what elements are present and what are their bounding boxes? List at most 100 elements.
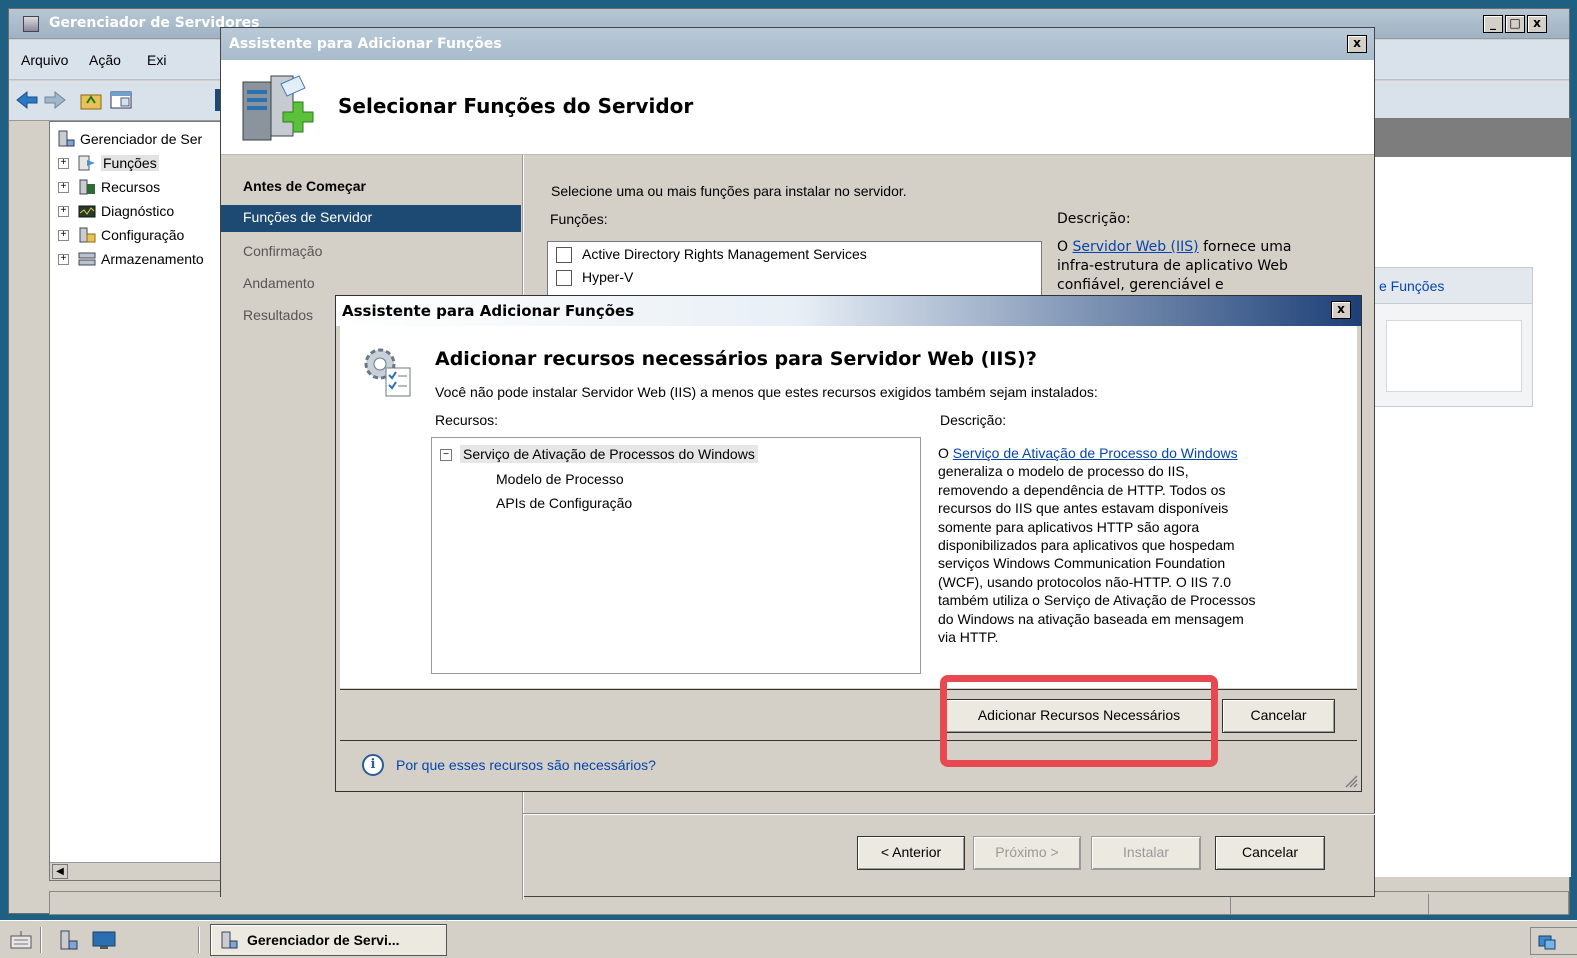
wizard-instruction: Selecione uma ou mais funções para insta… [551,183,907,199]
step-antes-de-comecar[interactable]: Antes de Começar [243,178,366,194]
tree-item-recursos[interactable]: + Recursos [58,178,160,196]
role-label: Active Directory Rights Management Servi… [582,246,867,262]
close-button[interactable]: x [1527,15,1547,33]
step-andamento[interactable]: Andamento [243,275,315,291]
menu-acao[interactable]: Ação [89,52,121,68]
minimize-button[interactable]: _ [1483,15,1503,33]
right-panel-box: e Funções [1373,267,1533,407]
collapse-icon[interactable]: − [440,449,452,462]
taskbar-server-manager-button[interactable]: Gerenciador de Servi... [210,924,447,956]
tree-item-armazenamento[interactable]: + Armazenamento [58,250,204,268]
taskbar-separator [40,927,42,953]
keyboard-icon[interactable] [10,930,32,950]
step-confirmacao[interactable]: Confirmação [243,243,322,259]
maximize-button[interactable]: □ [1505,15,1525,33]
menu-exibir[interactable]: Exi [147,52,166,68]
resize-grip-icon[interactable] [1344,774,1358,788]
wizard-description-prefix: O [1057,239,1073,255]
description-line: disponibilizados para aplicativos que ho… [938,537,1235,554]
iis-link[interactable]: Servidor Web (IIS) [1072,239,1198,255]
network-icon[interactable] [1537,932,1557,952]
role-checkbox[interactable] [556,247,572,264]
step-resultados[interactable]: Resultados [243,307,313,323]
step-label: Funções de Servidor [243,209,373,225]
back-button[interactable]: < Anterior [857,836,965,870]
server-manager-quicklaunch-icon[interactable] [58,929,80,951]
step-funcoes-de-servidor[interactable]: Funções de Servidor [221,205,521,232]
dialog-heading: Adicionar recursos necessários para Serv… [435,348,1037,370]
tree-item-label: Recursos [101,179,161,195]
gear-checklist-icon [364,348,411,397]
tree-item-configuracao[interactable]: + Configuração [58,226,184,244]
info-icon: i [362,754,384,776]
tree-horizontal-scrollbar[interactable]: ◀ [50,862,230,880]
taskbar-separator [198,927,200,953]
right-panel [1373,157,1571,877]
description-line: generaliza o modelo de processo do IIS, [938,463,1189,480]
role-checkbox[interactable] [556,270,572,287]
feature-child[interactable]: Modelo de Processo [496,471,624,487]
dialog-body: Adicionar recursos necessários para Serv… [340,326,1357,688]
back-arrow-icon[interactable] [15,89,39,111]
description-line: removendo a dependência de HTTP. Todos o… [938,481,1226,498]
features-label: Recursos: [435,412,499,428]
description-line: via HTTP. [938,629,999,646]
dialog-cancel-button[interactable]: Cancelar [1222,699,1335,733]
show-desktop-icon[interactable] [92,929,116,951]
wizard-close-button[interactable]: x [1347,35,1367,53]
wizard-title-bar[interactable]: Assistente para Adicionar Funções x [221,28,1374,60]
wizard-cancel-button[interactable]: Cancelar [1215,836,1325,870]
show-hide-tree-icon[interactable] [109,89,133,111]
feature-parent-label: Serviço de Ativação de Processos do Wind… [460,445,758,463]
right-panel-link[interactable]: e Funções [1379,278,1444,294]
next-button[interactable]: Próximo > [973,836,1081,870]
help-link-label: Por que esses recursos são necessários? [396,757,656,773]
dialog-title: Assistente para Adicionar Funções [342,302,635,320]
server-add-icon [242,75,314,141]
feature-child[interactable]: APIs de Configuração [496,495,632,511]
diagnostics-icon [78,205,96,218]
server-icon [221,931,238,949]
role-item[interactable]: Active Directory Rights Management Servi… [556,246,867,264]
expand-icon[interactable]: + [58,157,69,169]
wizard-description-suffix: fornece uma [1198,239,1292,255]
wizard-description-line3: confiável, gerenciável e [1057,277,1224,293]
tree-root[interactable]: Gerenciador de Ser [56,130,202,148]
tree-item-label: Armazenamento [101,251,204,267]
roles-icon [78,155,95,171]
forward-arrow-icon[interactable] [43,89,67,111]
expand-icon[interactable]: + [58,229,69,241]
tree-item-label: Configuração [101,227,185,243]
expand-icon[interactable]: + [58,253,69,265]
dialog-close-button[interactable]: x [1331,301,1351,319]
tree-item-funcoes[interactable]: + Funções [58,154,159,172]
roles-label: Funções: [550,211,608,227]
wizard-description-label: Descrição: [1057,211,1131,227]
scroll-left-icon[interactable]: ◀ [52,864,68,879]
description-line: somente para aplicativos HTTP são agora [938,518,1200,535]
menu-arquivo[interactable]: Arquivo [21,52,68,68]
up-folder-icon[interactable] [79,89,103,111]
wizard-header: Selecionar Funções do Servidor [221,60,1374,155]
dialog-description: O Serviço de Ativação de Processo do Win… [938,444,1328,646]
expand-icon[interactable]: + [58,181,69,193]
dialog-description-label: Descrição: [940,412,1007,428]
system-tray [1530,927,1577,955]
wizard-title: Assistente para Adicionar Funções [229,36,502,52]
install-button[interactable]: Instalar [1091,836,1201,870]
help-link[interactable]: i Por que esses recursos são necessários… [362,754,656,776]
feature-parent[interactable]: − Serviço de Ativação de Processos do Win… [440,445,758,463]
features-tree: − Serviço de Ativação de Processos do Win… [431,437,921,674]
wizard-footer-separator [523,813,1375,815]
was-link[interactable]: Serviço de Ativação de Processo do Windo… [953,445,1238,461]
description-line: também utiliza o Serviço de Ativação de … [938,592,1256,609]
role-label: Hyper-V [582,269,634,285]
dialog-title-bar[interactable]: Assistente para Adicionar Funções x [336,296,1361,326]
description-line: (WCF), usando protocolos não-HTTP. O IIS… [938,573,1232,590]
taskbar: Gerenciador de Servi... [0,920,1577,958]
server-manager-icon [23,16,39,32]
tree-root-label: Gerenciador de Ser [80,131,203,147]
tree-item-diagnostico[interactable]: + Diagnóstico [58,202,174,220]
expand-icon[interactable]: + [58,205,69,217]
role-item[interactable]: Hyper-V [556,269,634,287]
